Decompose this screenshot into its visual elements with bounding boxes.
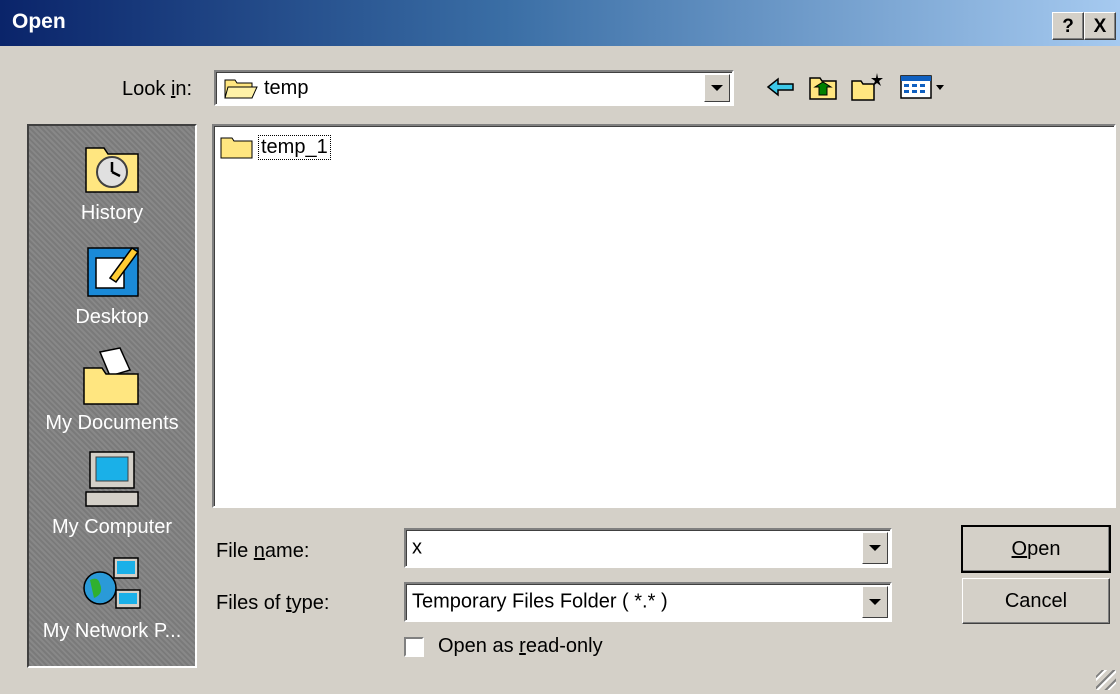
places-label: History xyxy=(80,202,144,224)
look-in-dropdown[interactable]: temp xyxy=(214,70,734,106)
view-menu-button[interactable] xyxy=(898,70,950,104)
look-in-value: temp xyxy=(264,76,309,99)
places-item-my-computer[interactable]: My Computer xyxy=(29,450,195,539)
chevron-down-icon xyxy=(869,545,881,551)
folder-icon xyxy=(220,137,253,159)
close-icon: X xyxy=(1093,15,1107,37)
back-button[interactable] xyxy=(764,70,798,104)
my-network-places-icon xyxy=(83,557,141,609)
back-arrow-icon xyxy=(766,77,794,97)
folder-open-icon xyxy=(224,79,258,99)
create-new-folder-button[interactable] xyxy=(850,70,884,104)
places-label: My Documents xyxy=(45,412,179,434)
cancel-button-label: Cancel xyxy=(1004,589,1068,612)
files-of-type-value: Temporary Files Folder ( *.* ) xyxy=(412,590,668,613)
close-button[interactable]: X xyxy=(1084,12,1116,40)
window-title: Open xyxy=(12,10,66,33)
files-of-type-dropdown[interactable]: Temporary Files Folder ( *.* ) xyxy=(404,582,892,622)
places-item-my-network-places[interactable]: My Network P... xyxy=(29,554,195,643)
my-computer-icon xyxy=(85,451,139,507)
open-dialog: Open ? X Look in: temp History Desktop M… xyxy=(0,0,1120,694)
places-label: Desktop xyxy=(75,306,149,328)
file-name: temp_1 xyxy=(258,134,331,160)
open-as-read-only-checkbox[interactable] xyxy=(404,637,424,657)
places-item-history[interactable]: History xyxy=(29,136,195,225)
help-icon: ? xyxy=(1062,15,1074,37)
up-folder-icon xyxy=(809,77,837,100)
open-button-label: Open xyxy=(1011,537,1061,560)
title-bar[interactable]: Open ? X xyxy=(0,0,1120,46)
my-documents-icon xyxy=(83,347,139,405)
help-button[interactable]: ? xyxy=(1052,12,1084,40)
places-bar: History Desktop My Documents My Computer… xyxy=(27,124,197,668)
files-of-type-dropdown-button[interactable] xyxy=(862,586,888,618)
chevron-down-icon xyxy=(869,599,881,605)
file-name-label: File name: xyxy=(216,540,310,562)
chevron-down-icon xyxy=(711,85,723,91)
file-list[interactable]: temp_1 xyxy=(212,124,1116,508)
places-item-desktop[interactable]: Desktop xyxy=(29,240,195,329)
places-item-my-documents[interactable]: My Documents xyxy=(29,346,195,435)
desktop-icon xyxy=(87,246,140,297)
open-as-read-only-label[interactable]: Open as read-only xyxy=(438,635,603,658)
places-label: My Network P... xyxy=(42,620,182,642)
view-menu-icon xyxy=(900,75,944,99)
file-name-dropdown-button[interactable] xyxy=(862,532,888,564)
history-icon xyxy=(85,147,139,193)
files-of-type-label: Files of type: xyxy=(216,592,330,614)
resize-grip[interactable] xyxy=(1096,670,1116,690)
new-folder-icon xyxy=(851,73,883,101)
places-label: My Computer xyxy=(51,516,173,538)
look-in-label: Look in: xyxy=(122,78,193,100)
file-name-value: x xyxy=(412,536,422,559)
up-one-level-button[interactable] xyxy=(806,70,840,104)
open-button[interactable]: Open xyxy=(961,525,1111,573)
list-item[interactable]: temp_1 xyxy=(220,134,331,160)
file-name-input[interactable]: x xyxy=(404,528,892,568)
cancel-button[interactable]: Cancel xyxy=(962,578,1110,624)
look-in-dropdown-button[interactable] xyxy=(704,74,730,102)
